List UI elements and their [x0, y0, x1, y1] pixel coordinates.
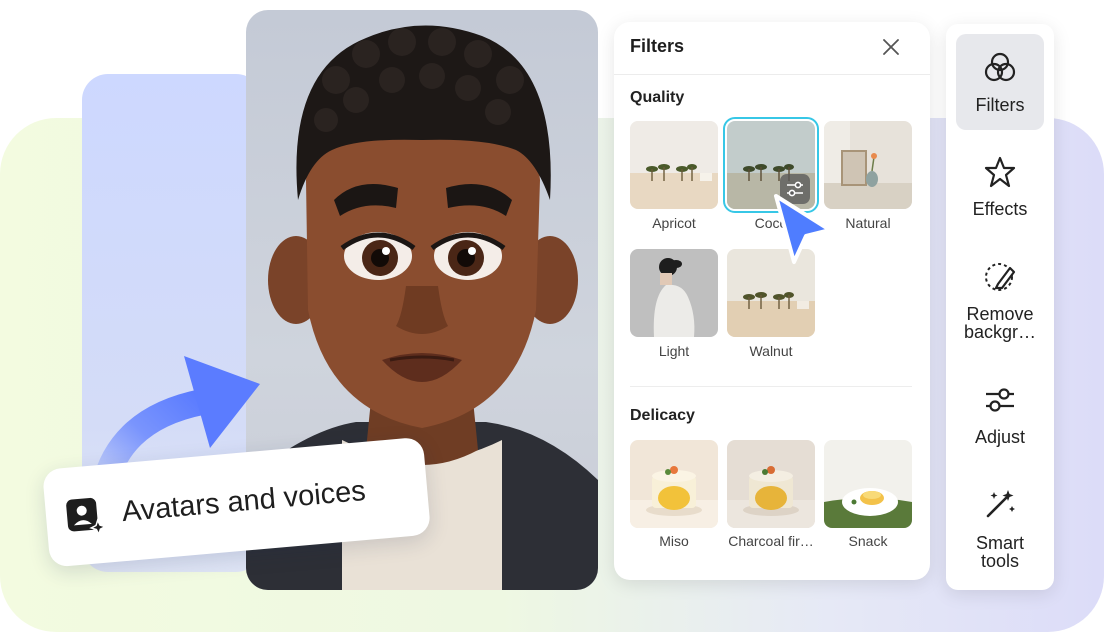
filter-thumb-charcoal-fir[interactable]: [727, 440, 815, 528]
section-title-delicacy: Delicacy: [630, 407, 695, 424]
tool-effects[interactable]: Effects: [956, 144, 1044, 224]
filter-thumb-snack[interactable]: [824, 440, 912, 528]
filters-icon: [984, 52, 1016, 82]
section-title-quality: Quality: [630, 89, 685, 106]
filter-label-charcoal-fir: Charcoal fir…: [728, 533, 814, 549]
chip-label: Avatars and voices: [120, 474, 367, 528]
filter-thumb-light[interactable]: [630, 249, 718, 337]
tool-label-remove-background: Remove backgr…: [963, 304, 1037, 342]
portrait-thumbnail: [630, 249, 718, 337]
filter-label-walnut: Walnut: [749, 343, 793, 359]
cake-thumbnail: [630, 440, 718, 528]
filter-label-miso: Miso: [659, 533, 689, 549]
tool-smart-tools[interactable]: Smart tools: [956, 482, 1044, 578]
filter-label-light: Light: [658, 343, 690, 359]
snack-thumbnail: [824, 440, 912, 528]
filter-thumb-miso[interactable]: [630, 440, 718, 528]
desert-thumbnail: [630, 121, 718, 209]
pointer-cursor-icon: [774, 194, 832, 264]
filters-panel: Filters Quality Apricot Coco Natural Lig…: [614, 22, 930, 580]
filter-label-snack: Snack: [848, 533, 888, 549]
tool-remove-background[interactable]: Remove backgr…: [956, 250, 1044, 346]
star-outline-icon: [984, 156, 1016, 188]
filter-thumb-apricot[interactable]: [630, 121, 718, 209]
sliders-icon: [986, 388, 1014, 412]
tool-adjust[interactable]: Adjust: [956, 376, 1044, 456]
eraser-icon: [985, 263, 1016, 291]
tool-label-smart-tools: Smart tools: [975, 533, 1024, 571]
tool-filters[interactable]: Filters: [956, 34, 1044, 130]
header-divider: [614, 74, 930, 75]
tool-label-effects: Effects: [972, 199, 1028, 219]
filter-label-apricot: Apricot: [652, 215, 696, 231]
magic-wand-icon: [986, 490, 1015, 518]
tool-sidebar: Filters Effects Remove backgr… Adjust Sm…: [946, 24, 1054, 590]
close-button[interactable]: [878, 34, 904, 60]
user-sparkle-icon: [62, 494, 108, 537]
tool-label-filters: Filters: [975, 95, 1025, 115]
cake-thumbnail: [727, 440, 815, 528]
close-icon: [883, 39, 899, 55]
tool-label-adjust: Adjust: [974, 427, 1026, 447]
section-divider: [630, 386, 912, 387]
panel-title: Filters: [630, 36, 685, 56]
